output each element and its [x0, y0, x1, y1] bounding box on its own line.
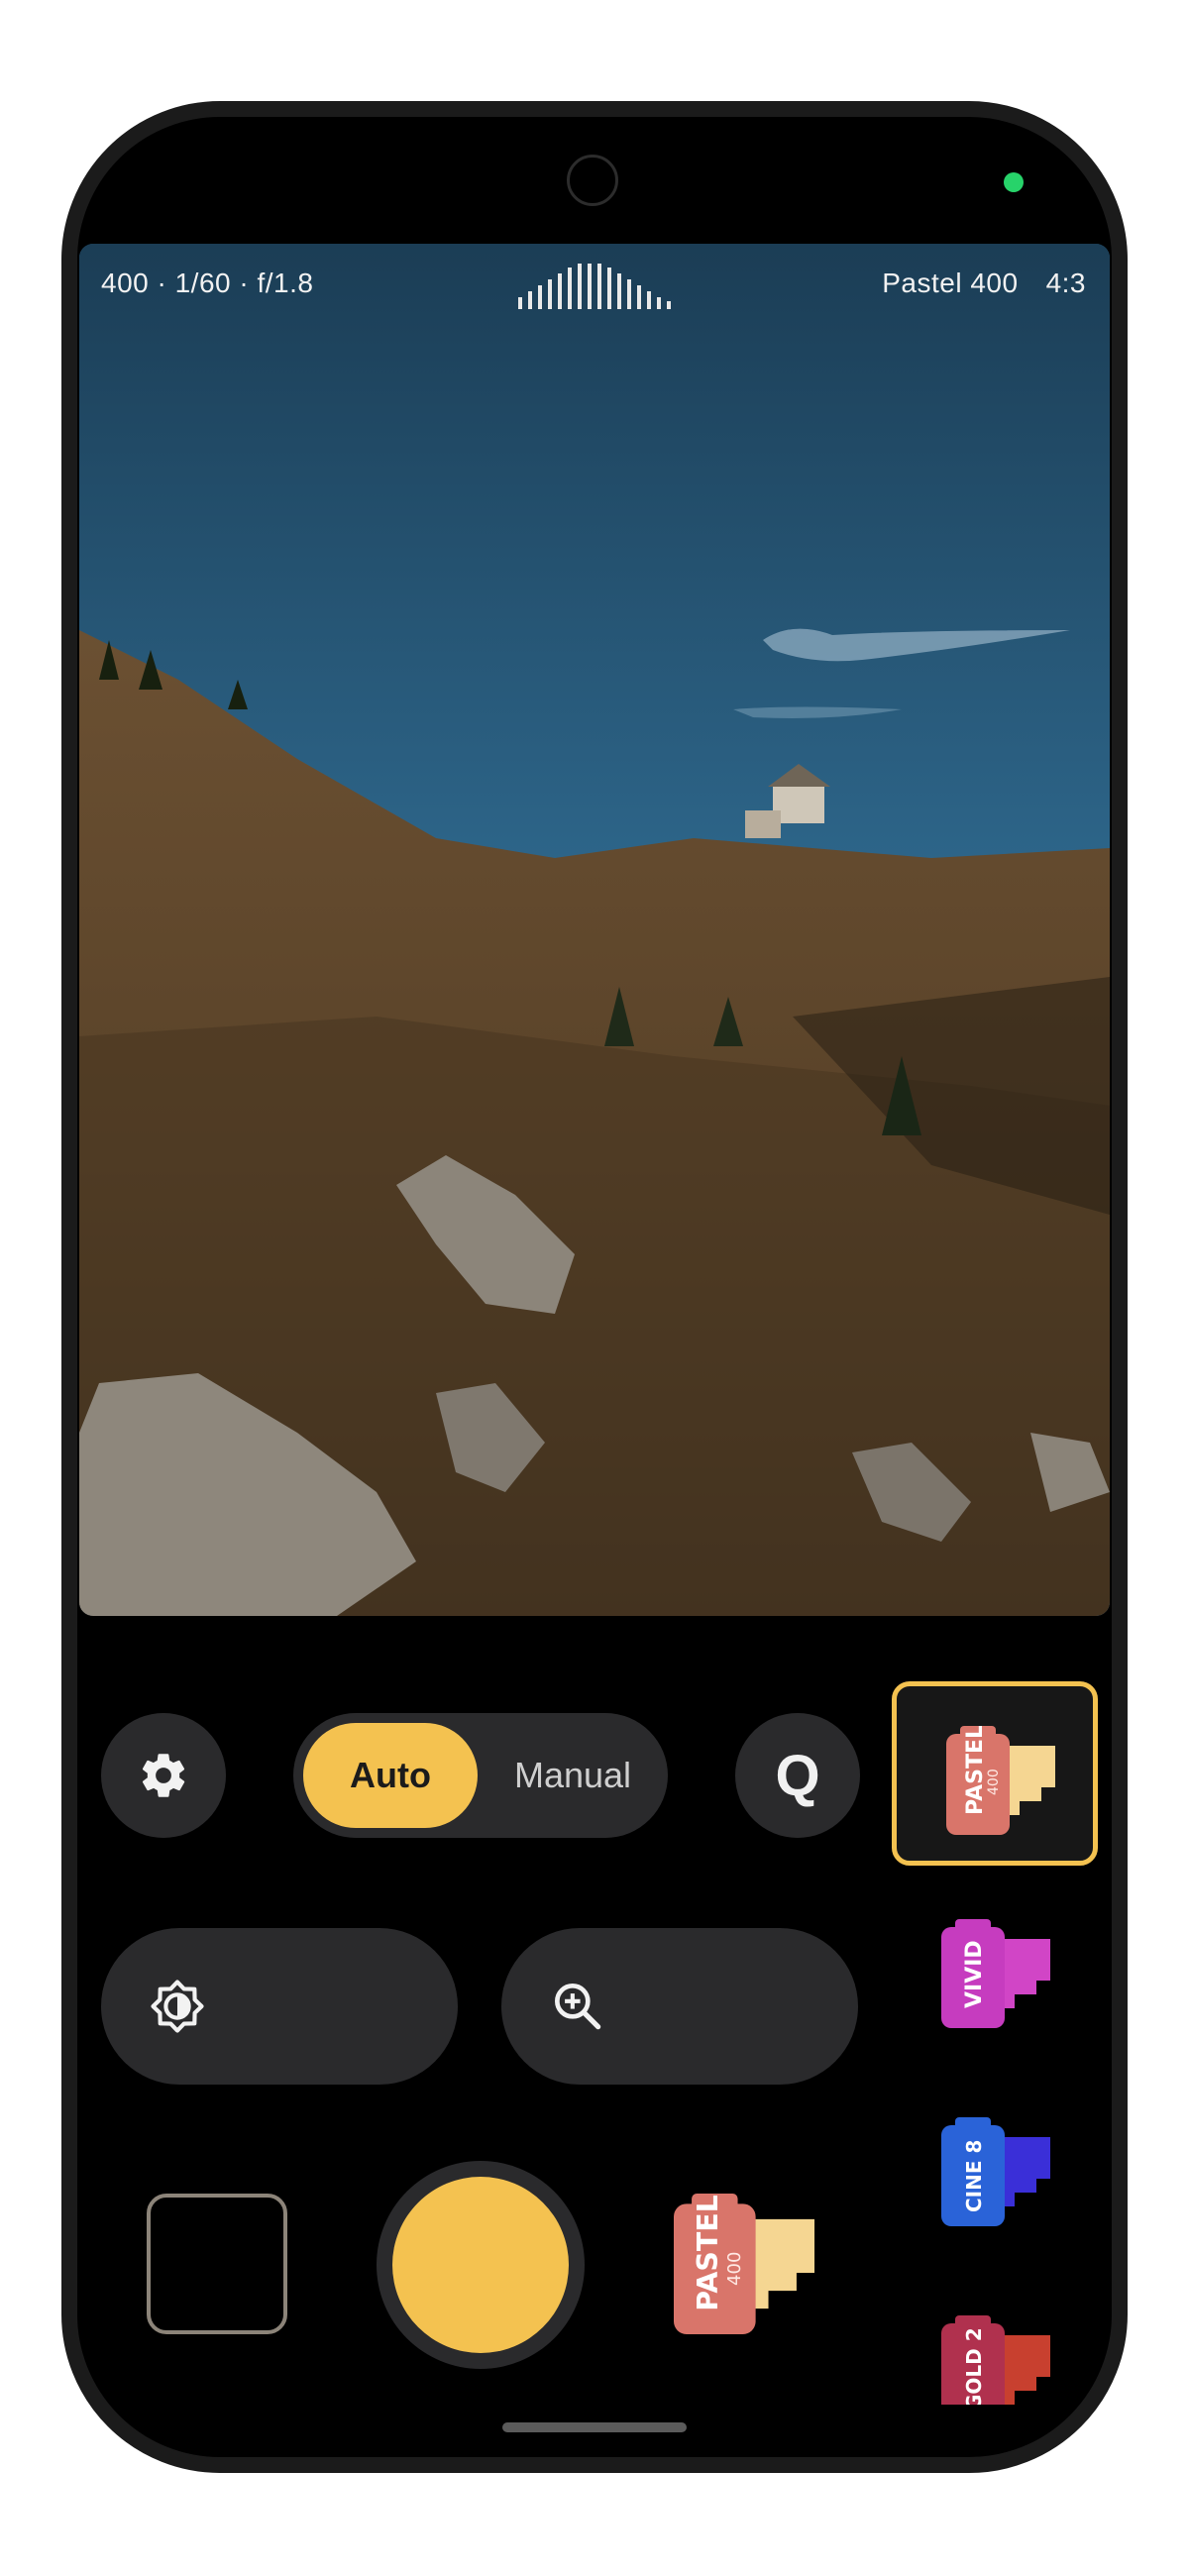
histogram-meter [518, 264, 671, 309]
aspect-ratio-button[interactable]: 4:3 [1046, 268, 1086, 299]
film-option-speed: 400 [986, 1769, 1002, 1795]
film-option-pastel[interactable]: PASTEL 400 [892, 1681, 1098, 1866]
shutter-button-core[interactable] [392, 2177, 569, 2353]
film-option-name: PASTEL [963, 1726, 988, 1815]
film-option-vivid[interactable]: VIVID [892, 1879, 1098, 2064]
vivid-film-canister-icon: VIVID [941, 1919, 1050, 2028]
film-option-gold2[interactable]: GOLD 2 [892, 2276, 1098, 2405]
mode-manual-button[interactable]: Manual [487, 1723, 658, 1828]
cine8-film-canister-icon: CINE 8 [941, 2117, 1050, 2226]
film-option-name: CINE 8 [962, 2140, 986, 2212]
pastel-film-canister-icon: PASTEL 400 [946, 1726, 1055, 1835]
camera-viewfinder[interactable] [79, 244, 1110, 1616]
brightness-button[interactable] [101, 1928, 458, 2085]
current-film-canister-icon[interactable]: PASTEL 400 [674, 2194, 814, 2334]
mode-auto-button[interactable]: Auto [303, 1723, 478, 1828]
film-info: Pastel 400 4:3 [882, 268, 1086, 299]
film-option-cine8[interactable]: CINE 8 [892, 2078, 1098, 2262]
viewfinder-scene [79, 244, 1110, 1616]
quick-settings-button[interactable]: Q [735, 1713, 860, 1838]
zoom-in-icon [555, 1984, 601, 2030]
home-indicator[interactable] [502, 2422, 687, 2432]
brightness-icon [151, 1980, 204, 2033]
front-camera-icon [567, 155, 618, 206]
film-name-label: Pastel 400 [882, 268, 1019, 298]
current-film-speed: 400 [724, 2251, 745, 2285]
exposure-readout: 400 · 1/60 · f/1.8 [101, 268, 314, 298]
shutter-button[interactable] [377, 2161, 585, 2369]
film-option-name: GOLD 2 [962, 2327, 986, 2405]
gallery-thumbnail[interactable] [147, 2194, 287, 2334]
zoom-button[interactable] [501, 1928, 858, 2085]
gold2-film-canister-icon: GOLD 2 [941, 2315, 1050, 2405]
camera-privacy-indicator [1004, 172, 1024, 192]
current-film-name: PASTEL [692, 2195, 724, 2310]
mode-toggle[interactable]: Auto Manual [293, 1713, 668, 1838]
film-option-name: VIVID [962, 1940, 987, 2008]
gear-icon [142, 1754, 185, 1797]
settings-button[interactable] [101, 1713, 226, 1838]
film-selector[interactable]: PASTEL 400 VIVID CINE 8 GOLD 2 [892, 1681, 1098, 2405]
